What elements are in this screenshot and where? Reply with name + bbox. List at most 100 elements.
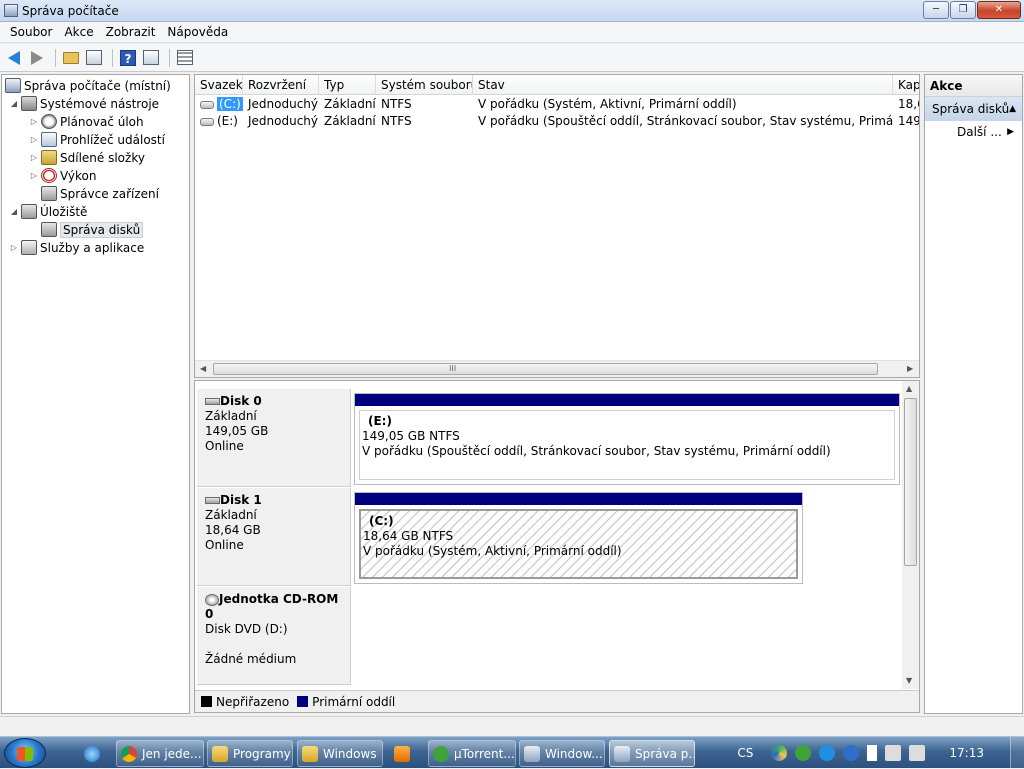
tree-item-device-manager[interactable]: Správce zařízení [41, 185, 159, 202]
tree-item-system-tools[interactable]: ◢ Systémové nástroje [9, 95, 159, 112]
scrollbar-thumb[interactable] [904, 398, 917, 566]
clock[interactable]: 17:13 [949, 746, 984, 760]
cdrom-0-label[interactable]: Jednotka CD-ROM 0 Disk DVD (D:) Žádné mé… [197, 587, 351, 685]
minimize-button[interactable]: ─ [923, 1, 949, 19]
volume-name: (E:) [217, 114, 238, 128]
partition-c[interactable]: (C:) 18,64 GB NTFS V pořádku (Systém, Ak… [354, 492, 803, 584]
performance-icon [41, 168, 57, 183]
menu-action[interactable]: Akce [58, 25, 99, 39]
tree-item-event-viewer[interactable]: ▷ Prohlížeč událostí [29, 131, 165, 148]
table-row[interactable]: (E:) Jednoduchý Základní NTFS V pořádku … [195, 113, 919, 130]
scroll-down-icon[interactable]: ▼ [906, 676, 912, 685]
scroll-left-icon[interactable]: ◀ [200, 364, 206, 373]
column-capacity[interactable]: Kap [893, 75, 919, 95]
taskbar-item-computer-management[interactable]: Správa p... [609, 740, 695, 767]
scroll-up-icon[interactable]: ▲ [906, 384, 912, 393]
close-button[interactable]: ✕ [977, 1, 1021, 19]
taskbar-item-chrome[interactable]: Jen jede... [116, 740, 204, 767]
column-layout[interactable]: Rozvržení [243, 75, 319, 95]
primary-partition-bar [355, 394, 899, 406]
show-hide-tree-button[interactable] [84, 48, 104, 68]
window-title: Správa počítače [22, 4, 119, 18]
column-status[interactable]: Stav [473, 75, 893, 95]
actions-more[interactable]: Další ... ▶ [925, 121, 1022, 143]
help-icon: ? [120, 49, 136, 66]
back-button[interactable] [4, 48, 24, 68]
storage-icon [21, 204, 37, 219]
tray-app-icon[interactable] [771, 745, 788, 761]
column-file-system[interactable]: Systém souborů [376, 75, 473, 95]
update-tray-icon[interactable] [843, 745, 860, 761]
disk-1-label[interactable]: Disk 1 Základní 18,64 GB Online [197, 488, 351, 586]
folder-icon [212, 745, 228, 762]
language-indicator[interactable]: CS [737, 746, 753, 760]
collapse-section-icon[interactable]: ▲ [1009, 97, 1016, 121]
tree-item-performance[interactable]: ▷ Výkon [29, 167, 96, 184]
event-viewer-icon [41, 132, 57, 147]
title-bar: Správa počítače ─ ❐ ✕ [0, 0, 1024, 22]
disk-management-icon [41, 222, 57, 237]
tree-item-computer-management[interactable]: Správa počítače (místní) [5, 77, 171, 94]
tree-item-shared-folders[interactable]: ▷ Sdílené složky [29, 149, 145, 166]
table-row[interactable]: (C:) Jednoduchý Základní NTFS V pořádku … [195, 96, 919, 113]
hard-disk-icon [205, 398, 220, 405]
volume-layout: Jednoduchý [248, 114, 319, 128]
column-volume[interactable]: Svazek [195, 75, 243, 95]
actions-section-disk-management[interactable]: Správa disků ▲ [925, 97, 1022, 121]
menu-help[interactable]: Nápověda [161, 25, 234, 39]
taskbar-item-window[interactable]: Window... [519, 740, 605, 767]
up-level-button[interactable] [61, 48, 81, 68]
tree-item-services-applications[interactable]: ▷ Služby a aplikace [9, 239, 144, 256]
scrollbar-thumb[interactable]: III [213, 363, 878, 375]
actions-header: Akce [925, 75, 1022, 97]
volume-name: (C:) [217, 97, 243, 111]
taskbar-item-utorrent[interactable]: µTorrent... [428, 740, 516, 767]
expand-arrow-icon[interactable]: ▷ [29, 153, 39, 162]
primary-partition-swatch [297, 696, 309, 707]
collapse-arrow-icon[interactable]: ◢ [9, 207, 19, 216]
tree-item-task-scheduler[interactable]: ▷ Plánovač úloh [29, 113, 144, 130]
disk-0-label[interactable]: Disk 0 Základní 149,05 GB Online [197, 389, 351, 487]
taskbar-item-programy[interactable]: Programy [207, 740, 293, 767]
taskbar-item-windows-folder[interactable]: Windows [297, 740, 383, 767]
menu-view[interactable]: Zobrazit [100, 25, 162, 39]
vertical-scrollbar[interactable]: ▲ ▼ [902, 381, 919, 689]
start-button[interactable] [4, 738, 46, 768]
column-type[interactable]: Typ [319, 75, 376, 95]
maximize-button[interactable]: ❐ [950, 1, 976, 19]
network-icon[interactable] [885, 745, 902, 761]
expand-arrow-icon[interactable]: ▷ [9, 243, 19, 252]
tree-item-disk-management[interactable]: Správa disků [41, 221, 144, 238]
horizontal-scrollbar[interactable]: ◀ III ▶ [195, 360, 919, 377]
volume-fs: NTFS [381, 114, 412, 128]
help-button[interactable]: ? [118, 48, 138, 68]
utorrent-tray-icon[interactable] [795, 745, 812, 761]
action-center-flag-icon[interactable] [867, 745, 878, 761]
menu-file[interactable]: Soubor [4, 25, 58, 39]
cd-drive-icon [205, 593, 219, 606]
folder-up-icon [63, 51, 79, 64]
partition-e[interactable]: (E:) 149,05 GB NTFS V pořádku (Spouštěcí… [354, 393, 900, 485]
windows-logo-icon [17, 747, 33, 761]
volume-status: V pořádku (Systém, Aktivní, Primární odd… [478, 97, 737, 111]
volume-list: Svazek Rozvržení Typ Systém souborů Stav… [194, 74, 920, 378]
media-player-taskbar-icon[interactable] [390, 740, 418, 767]
toolbar-separator [55, 48, 56, 67]
volume-icon[interactable] [909, 745, 926, 761]
back-arrow-icon [8, 50, 20, 65]
ie-taskbar-icon[interactable] [80, 740, 110, 767]
submenu-arrow-icon: ▶ [1007, 127, 1014, 137]
expand-arrow-icon[interactable]: ▷ [29, 135, 39, 144]
show-hide-action-pane-button[interactable] [141, 48, 161, 68]
chrome-icon [121, 745, 137, 762]
expand-arrow-icon[interactable]: ▷ [29, 171, 39, 180]
collapse-arrow-icon[interactable]: ◢ [9, 99, 19, 108]
volume-type: Základní [324, 97, 376, 111]
show-desktop-button[interactable] [1010, 737, 1024, 769]
expand-arrow-icon[interactable]: ▷ [29, 117, 39, 126]
skype-tray-icon[interactable] [819, 745, 836, 761]
scroll-right-icon[interactable]: ▶ [907, 364, 913, 373]
properties-button[interactable] [175, 48, 195, 68]
tree-item-storage[interactable]: ◢ Úložiště [9, 203, 87, 220]
forward-button[interactable] [27, 48, 47, 68]
